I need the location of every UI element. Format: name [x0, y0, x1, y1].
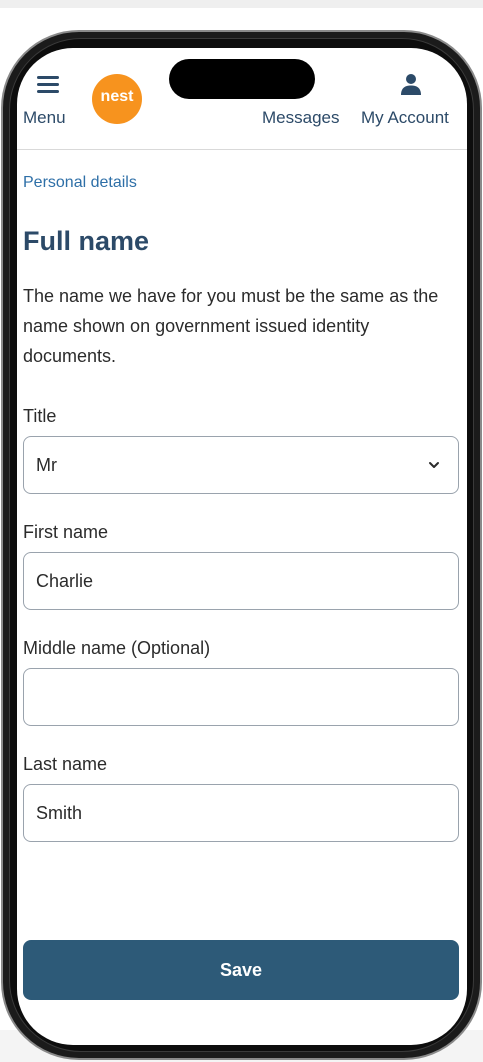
logo-text: nest — [100, 88, 134, 105]
first-name-value: Charlie — [36, 570, 94, 591]
menu-button[interactable]: Menu — [23, 70, 73, 130]
middle-name-label: Middle name (Optional) — [23, 638, 211, 658]
messages-link[interactable]: Messages — [262, 108, 339, 128]
middle-name-field[interactable] — [23, 668, 459, 726]
hamburger-icon — [37, 76, 59, 94]
last-name-label: Last name — [23, 754, 108, 774]
menu-label: Menu — [23, 108, 66, 127]
user-icon — [401, 74, 421, 95]
title-label: Title — [23, 406, 57, 426]
save-button[interactable]: Save — [23, 940, 459, 1000]
page-title: Full name — [23, 226, 150, 256]
header-divider — [17, 149, 467, 150]
first-name-field[interactable]: Charlie — [23, 552, 459, 610]
first-name-label: First name — [23, 522, 109, 542]
last-name-field[interactable]: Smith — [23, 784, 459, 842]
breadcrumb-personal-details[interactable]: Personal details — [23, 174, 137, 192]
title-select[interactable]: Mr — [23, 436, 459, 494]
dynamic-island — [169, 59, 315, 99]
intro-text: The name we have for you must be the sam… — [23, 286, 439, 366]
last-name-value: Smith — [36, 802, 83, 823]
chevron-down-icon — [429, 462, 439, 468]
my-account-link[interactable]: My Account — [361, 70, 461, 130]
top-edge — [0, 0, 483, 8]
title-select-value: Mr — [36, 454, 57, 475]
app-screen: Menu nest Messages My Account Personal d… — [17, 48, 467, 1045]
nest-logo[interactable]: nest — [92, 74, 142, 124]
my-account-label: My Account — [361, 108, 449, 127]
